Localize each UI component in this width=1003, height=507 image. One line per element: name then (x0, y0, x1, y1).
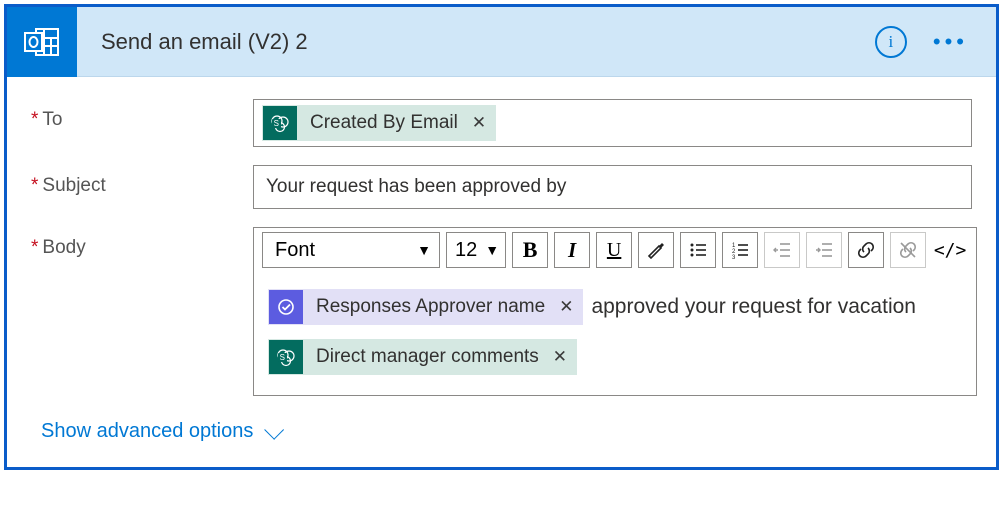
outdent-button (764, 232, 800, 268)
required-mark: * (31, 109, 38, 130)
highlight-button[interactable] (638, 232, 674, 268)
unlink-icon (898, 240, 918, 260)
token-label: Created By Email (298, 112, 468, 134)
italic-button[interactable]: I (554, 232, 590, 268)
sharepoint-icon: S (269, 340, 303, 374)
bold-icon: B (523, 237, 538, 263)
chevron-down-icon: ▼ (417, 242, 431, 258)
token-remove-icon[interactable]: ✕ (555, 297, 583, 317)
editor-toolbar: Font ▼ 12 ▼ B I U (254, 228, 976, 273)
outdent-icon (772, 240, 792, 260)
outlook-icon (22, 22, 62, 62)
token-created-by-email[interactable]: S Created By Email ✕ (262, 105, 496, 141)
required-mark: * (31, 237, 38, 258)
bullet-list-button[interactable] (680, 232, 716, 268)
token-approver-name[interactable]: Responses Approver name ✕ (268, 289, 583, 325)
more-menu-button[interactable]: ••• (933, 31, 968, 53)
sharepoint-icon: S (263, 106, 297, 140)
italic-icon: I (568, 238, 576, 263)
link-button[interactable] (848, 232, 884, 268)
indent-icon (814, 240, 834, 260)
subject-input[interactable]: Your request has been approved by (253, 165, 972, 209)
bullet-list-icon (688, 240, 708, 260)
editor-line: Responses Approver name ✕ approved your … (268, 289, 962, 325)
token-manager-comments[interactable]: S Direct manager comments ✕ (268, 339, 577, 375)
chevron-down-icon: ▼ (485, 242, 499, 258)
token-remove-icon[interactable]: ✕ (549, 347, 577, 367)
bold-button[interactable]: B (512, 232, 548, 268)
token-label: Direct manager comments (304, 346, 549, 368)
field-label-to: *To (31, 99, 253, 131)
font-size-picker[interactable]: 12 ▼ (446, 232, 506, 268)
connector-icon-box (7, 7, 77, 77)
underline-button[interactable]: U (596, 232, 632, 268)
code-view-button[interactable]: </> (932, 232, 968, 268)
unlink-button (890, 232, 926, 268)
required-mark: * (31, 175, 38, 196)
token-remove-icon[interactable]: ✕ (468, 113, 496, 133)
code-icon: </> (934, 240, 967, 261)
font-picker[interactable]: Font ▼ (262, 232, 440, 268)
svg-text:S: S (274, 119, 279, 128)
field-label-body: *Body (31, 227, 253, 259)
svg-text:S: S (280, 353, 285, 362)
field-row-subject: *Subject Your request has been approved … (31, 165, 972, 209)
card-body: *To S Created By Email ✕ *Subject (7, 77, 996, 467)
editor-line: S Direct manager comments ✕ (268, 339, 962, 375)
show-advanced-toggle[interactable]: Show advanced options (31, 414, 279, 459)
info-button[interactable]: i (875, 26, 907, 58)
field-label-subject: *Subject (31, 165, 253, 197)
numbered-list-icon: 123 (730, 240, 750, 260)
highlight-icon (646, 240, 666, 260)
chevron-down-icon (265, 419, 285, 439)
svg-text:3: 3 (732, 255, 736, 260)
to-input[interactable]: S Created By Email ✕ (253, 99, 972, 147)
body-field: Font ▼ 12 ▼ B I U (253, 227, 977, 396)
field-row-body: *Body Font ▼ 12 ▼ B I (31, 227, 972, 396)
rich-editor: Font ▼ 12 ▼ B I U (253, 227, 977, 396)
field-row-to: *To S Created By Email ✕ (31, 99, 972, 147)
card-header: Send an email (V2) 2 i ••• (7, 7, 996, 77)
underline-icon: U (607, 239, 621, 262)
action-card: Send an email (V2) 2 i ••• *To S Created… (4, 4, 999, 470)
link-icon (856, 240, 876, 260)
numbered-list-button[interactable]: 123 (722, 232, 758, 268)
body-text: approved your request for vacation (591, 295, 916, 319)
approvals-icon (269, 290, 303, 324)
to-field[interactable]: S Created By Email ✕ (253, 99, 972, 147)
header-actions: i ••• (875, 26, 996, 58)
subject-field[interactable]: Your request has been approved by (253, 165, 972, 209)
indent-button (806, 232, 842, 268)
info-icon: i (889, 32, 894, 52)
editor-content[interactable]: Responses Approver name ✕ approved your … (254, 273, 976, 395)
token-label: Responses Approver name (304, 296, 555, 318)
card-title[interactable]: Send an email (V2) 2 (77, 29, 875, 55)
